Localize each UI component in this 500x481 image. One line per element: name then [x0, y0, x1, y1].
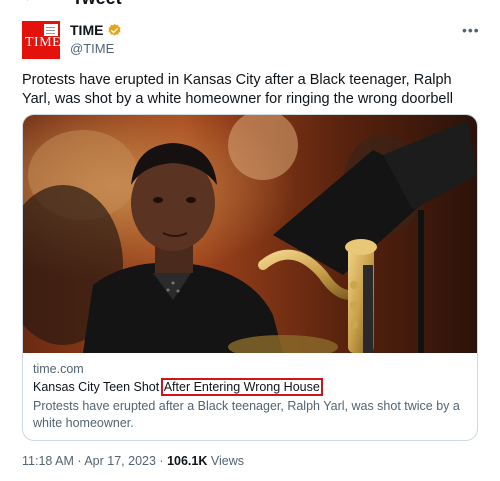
top-bar: ← Tweet [0, 0, 500, 8]
views-label: Views [210, 454, 244, 468]
card-title-text: Kansas City Teen Shot [33, 380, 163, 394]
tweet-meta: 11:18 AM · Apr 17, 2023 · 106.1K Views [22, 454, 244, 468]
user-handle[interactable]: @TIME [70, 41, 114, 56]
meta-separator-2: · [159, 454, 164, 468]
views-count: 106.1K [167, 454, 208, 468]
tweet-date[interactable]: Apr 17, 2023 [84, 454, 156, 468]
meta-separator: · [77, 454, 82, 468]
verified-badge-icon [108, 23, 121, 36]
avatar-logo-text: TIME [25, 35, 60, 50]
card-description: Protests have erupted after a Black teen… [33, 399, 460, 430]
card-title-highlighted: After Entering Wrong House [160, 378, 323, 396]
article-photo[interactable] [23, 115, 477, 353]
tweet-text: Protests have erupted in Kansas City aft… [22, 72, 453, 107]
link-card[interactable]: time.com Kansas City Teen Shot After Ent… [22, 114, 478, 441]
more-options-icon[interactable]: ••• [462, 22, 480, 38]
avatar[interactable]: TIME [22, 21, 60, 59]
display-name[interactable]: TIME [70, 22, 103, 38]
author-name-row[interactable]: TIME [70, 22, 122, 38]
tweet-time[interactable]: 11:18 AM [22, 454, 74, 468]
card-title[interactable]: Kansas City Teen Shot After Entering Wro… [33, 378, 323, 396]
page-title: Tweet [72, 0, 122, 9]
back-arrow-icon[interactable]: ← [22, 0, 38, 6]
card-domain: time.com [33, 362, 84, 376]
